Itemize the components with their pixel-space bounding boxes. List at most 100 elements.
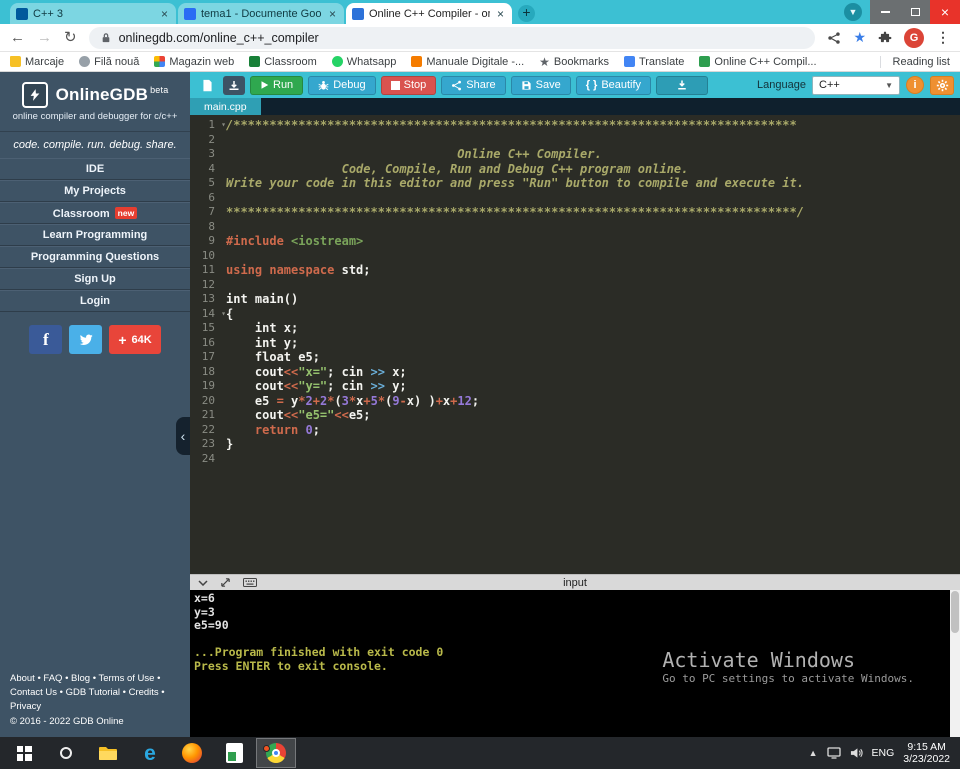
footer-links[interactable]: About • FAQ • Blog • Terms of Use • Cont… xyxy=(10,672,180,714)
debug-button[interactable]: Debug xyxy=(308,75,376,95)
bookmark-classroom[interactable]: Classroom xyxy=(249,56,317,68)
code-line[interactable]: 22 return 0; xyxy=(190,423,960,438)
code-line[interactable]: 19 cout<<"y="; cin >> y; xyxy=(190,379,960,394)
maximize-button[interactable] xyxy=(900,0,930,24)
spreadsheet-button[interactable] xyxy=(214,738,254,768)
code-line[interactable]: 1 ▾/*************************************… xyxy=(190,118,960,133)
file-explorer-button[interactable] xyxy=(88,738,128,768)
sidebar-item-login[interactable]: Login xyxy=(0,290,190,312)
console-expand-icon[interactable] xyxy=(220,577,231,588)
extensions-icon[interactable] xyxy=(878,31,892,45)
tab-close-icon[interactable]: × xyxy=(159,7,170,21)
sidebar-collapse-button[interactable]: ‹ xyxy=(176,417,190,455)
tray-show-hidden-icons[interactable]: ▲ xyxy=(809,748,818,758)
info-button[interactable]: i xyxy=(906,76,924,94)
code-line[interactable]: 20 e5 = y*2+2*(3*x+5*(9-x) )+x+12; xyxy=(190,394,960,409)
scrollbar-thumb[interactable] xyxy=(951,591,959,633)
save-button[interactable]: Save xyxy=(510,75,571,95)
new-tab-button[interactable]: + xyxy=(518,5,535,22)
bookmark-marcaje[interactable]: Marcaje xyxy=(10,56,64,68)
browser-menu-icon[interactable]: ⋮ xyxy=(936,29,950,46)
bookmark-magazin-web[interactable]: Magazin web xyxy=(154,56,234,68)
download-button[interactable] xyxy=(656,75,709,95)
twitter-button[interactable] xyxy=(69,325,103,354)
share-icon[interactable] xyxy=(827,31,841,45)
beautify-button[interactable]: { } Beautify xyxy=(575,75,652,95)
chrome-button[interactable] xyxy=(256,738,296,768)
code-line[interactable]: 3 Online C++ Compiler. xyxy=(190,147,960,162)
code-line[interactable]: 13 int main() xyxy=(190,292,960,307)
browser-tab-docs[interactable]: tema1 - Documente Google × xyxy=(178,3,344,24)
forward-button[interactable]: → xyxy=(37,30,52,45)
edge-button[interactable]: e xyxy=(130,738,170,768)
bookmark-star-icon[interactable]: ★ xyxy=(853,29,866,46)
addthis-share-button[interactable]: +64K xyxy=(109,325,161,354)
run-button[interactable]: Run xyxy=(250,75,304,95)
bookmark-manuale[interactable]: Manuale Digitale -... xyxy=(411,56,524,68)
firefox-button[interactable] xyxy=(172,738,212,768)
code-line[interactable]: 5 Write your code in this editor and pres… xyxy=(190,176,960,191)
bookmark-onlinegdb[interactable]: Online C++ Compil... xyxy=(699,56,817,68)
code-line[interactable]: 18 cout<<"x="; cin >> x; xyxy=(190,365,960,380)
start-button[interactable] xyxy=(4,738,44,768)
bookmark-whatsapp[interactable]: Whatsapp xyxy=(331,56,396,68)
tab-close-icon[interactable]: × xyxy=(327,7,338,21)
bookmark-translate[interactable]: Translate xyxy=(623,56,684,68)
search-button[interactable] xyxy=(46,738,86,768)
console-collapse-icon[interactable] xyxy=(198,579,208,586)
bookmark-fila-noua[interactable]: Filă nouă xyxy=(79,56,139,68)
code-line[interactable]: 9 #include <iostream> xyxy=(190,234,960,249)
display-icon[interactable] xyxy=(826,747,841,759)
sidebar-item-classroom[interactable]: Classroom new xyxy=(0,202,190,224)
tab-close-icon[interactable]: × xyxy=(495,7,506,21)
code-line[interactable]: 11 using namespace std; xyxy=(190,263,960,278)
language-select[interactable]: C++ ▼ xyxy=(812,75,900,95)
sidebar-item-programming-questions[interactable]: Programming Questions xyxy=(0,246,190,268)
taskbar-clock[interactable]: 9:15 AM 3/23/2022 xyxy=(903,741,950,766)
console-terminal[interactable]: x=6 y=3 e5=90 ...Program finished with exi… xyxy=(190,590,960,737)
code-line[interactable]: 23} xyxy=(190,437,960,452)
file-tab-maincpp[interactable]: main.cpp xyxy=(190,98,261,115)
code-line[interactable]: 8 xyxy=(190,220,960,235)
code-line[interactable]: 21 cout<<"e5="<<e5; xyxy=(190,408,960,423)
open-project-button[interactable] xyxy=(223,75,245,95)
code-line[interactable]: 10 xyxy=(190,249,960,264)
bookmark-bookmarks[interactable]: ★ Bookmarks xyxy=(539,56,609,68)
code-line[interactable]: 12 xyxy=(190,278,960,293)
reload-button[interactable]: ↻ xyxy=(64,30,77,45)
browser-tab-onlinegdb[interactable]: Online C++ Compiler - online ed × xyxy=(346,3,512,24)
console-scrollbar[interactable] xyxy=(950,590,960,737)
brand-header[interactable]: OnlineGDB beta xyxy=(0,72,190,111)
tab-search-button[interactable]: ▼ xyxy=(844,3,862,21)
code-line[interactable]: 24 xyxy=(190,452,960,467)
code-line[interactable]: 4 Code, Compile, Run and Debug C++ progr… xyxy=(190,162,960,177)
code-editor[interactable]: 1 ▾/*************************************… xyxy=(190,115,960,574)
new-file-button[interactable] xyxy=(196,76,218,95)
code-line[interactable]: 2 xyxy=(190,133,960,148)
profile-avatar[interactable]: G xyxy=(904,27,924,48)
url-bar[interactable]: onlinegdb.com/online_c++_compiler xyxy=(88,26,816,49)
stop-button[interactable]: Stop xyxy=(380,75,437,95)
code-line[interactable]: 6 xyxy=(190,191,960,206)
code-line[interactable]: 16 int y; xyxy=(190,336,960,351)
code-line[interactable]: 15 int x; xyxy=(190,321,960,336)
settings-button[interactable] xyxy=(930,75,954,95)
minimize-button[interactable] xyxy=(870,0,900,24)
share-button[interactable]: Share xyxy=(441,75,506,95)
sidebar-item-my-projects[interactable]: My Projects xyxy=(0,180,190,202)
back-button[interactable]: ← xyxy=(10,30,25,45)
sidebar-item-ide[interactable]: IDE xyxy=(0,158,190,180)
sidebar-item-sign-up[interactable]: Sign Up xyxy=(0,268,190,290)
code-line[interactable]: 14 ▾{ xyxy=(190,307,960,322)
keyboard-icon[interactable] xyxy=(243,578,257,587)
beta-label: beta xyxy=(150,85,169,96)
close-button[interactable]: × xyxy=(930,0,960,24)
reading-list-button[interactable]: Reading list xyxy=(879,55,950,68)
browser-tab-cpp[interactable]: C++ 3 × xyxy=(10,3,176,24)
sidebar-item-learn-programming[interactable]: Learn Programming xyxy=(0,224,190,246)
facebook-button[interactable]: f xyxy=(29,325,63,354)
code-line[interactable]: 7 ***************************************… xyxy=(190,205,960,220)
code-line[interactable]: 17 float e5; xyxy=(190,350,960,365)
keyboard-language[interactable]: ENG xyxy=(872,747,895,759)
volume-icon[interactable] xyxy=(850,747,863,759)
